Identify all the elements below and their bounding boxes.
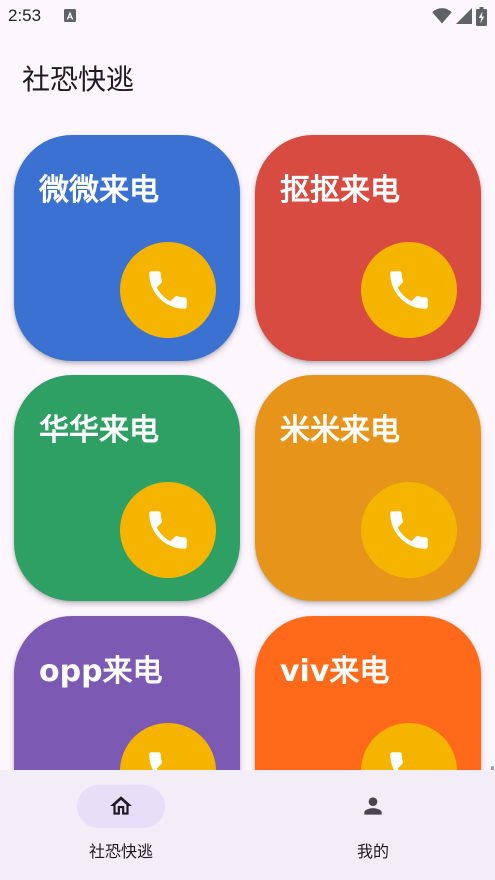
card-label: 微微来电 (39, 173, 159, 208)
card-huahua-call[interactable]: 华华来电 (14, 375, 240, 601)
phone-icon (390, 752, 403, 770)
card-label: viv来电 (280, 654, 390, 689)
card-label: opp来电 (39, 654, 163, 689)
bottom-navigation: 社恐快逃 我的 (0, 770, 495, 880)
card-koukou-call[interactable]: 抠抠来电 (255, 135, 481, 361)
call-button[interactable] (361, 242, 457, 338)
person-icon (364, 797, 382, 815)
caller-card-grid: 微微来电 抠抠来电 华华来电 米米来电 opp来电 viv来电 (0, 0, 495, 770)
phone-icon (149, 271, 187, 309)
phone-icon (390, 271, 428, 309)
card-viv-call[interactable]: viv来电 (255, 616, 481, 770)
nav-label-home: 社恐快逃 (88, 842, 153, 861)
phone-icon (390, 511, 428, 549)
card-opp-call[interactable]: opp来电 (14, 616, 240, 770)
call-button[interactable] (361, 482, 457, 578)
call-button[interactable] (361, 723, 457, 770)
card-mimi-call[interactable]: 米米来电 (255, 375, 481, 601)
card-label: 华华来电 (39, 413, 159, 448)
phone-icon (149, 511, 187, 549)
call-button[interactable] (120, 482, 216, 578)
nav-item-mine[interactable]: 我的 (248, 770, 495, 880)
card-label: 米米来电 (280, 413, 400, 448)
card-weiwei-call[interactable]: 微微来电 (14, 135, 240, 361)
call-button[interactable] (120, 242, 216, 338)
nav-item-home[interactable]: 社恐快逃 (0, 770, 247, 880)
card-label: 抠抠来电 (280, 173, 400, 208)
nav-label-mine: 我的 (356, 842, 389, 861)
home-icon (110, 796, 132, 815)
call-button[interactable] (120, 723, 216, 770)
phone-icon (149, 752, 162, 770)
